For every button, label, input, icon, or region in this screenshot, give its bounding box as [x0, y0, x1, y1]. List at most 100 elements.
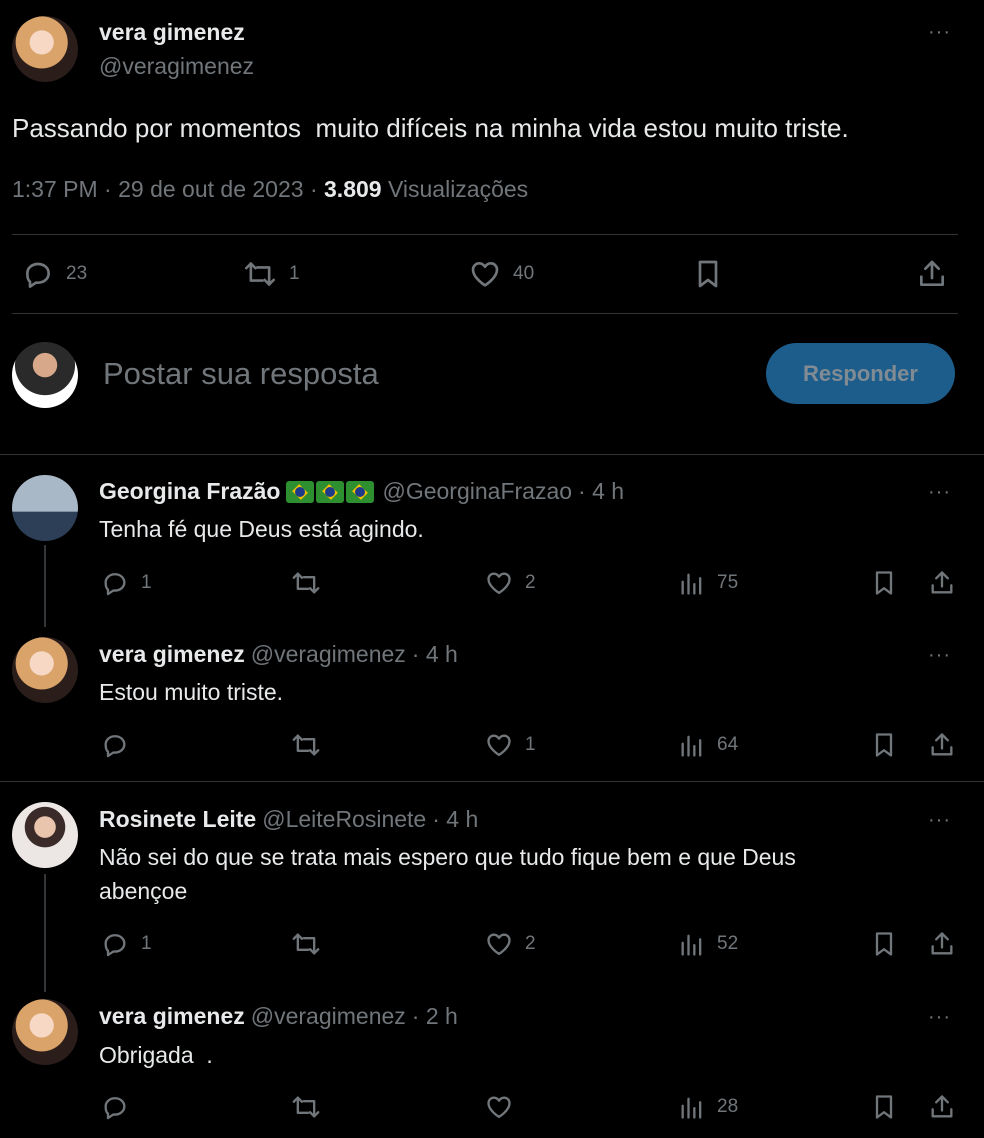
reply-author-handle[interactable]: @LeiteRosinete — [262, 806, 426, 833]
more-options-icon[interactable]: ··· — [928, 22, 951, 42]
reply-author-name[interactable]: vera gimenez — [99, 641, 245, 668]
share-icon[interactable] — [916, 258, 948, 290]
share-icon[interactable] — [928, 731, 956, 759]
reply-time[interactable]: · 4 h — [412, 641, 458, 668]
thread-line — [44, 874, 46, 992]
tweet-date[interactable]: 29 de out de 2023 — [118, 176, 303, 202]
bookmark-icon[interactable] — [872, 1093, 896, 1121]
retweet-icon[interactable] — [290, 930, 322, 958]
heart-icon — [485, 569, 513, 597]
reply-text: Obrigada . — [99, 1042, 213, 1068]
reply-avatar[interactable] — [12, 802, 78, 868]
reply-action[interactable]: 1 — [101, 569, 152, 597]
views-action[interactable]: 64 — [679, 731, 738, 759]
reply-avatar[interactable] — [12, 637, 78, 703]
like-count: 2 — [525, 933, 536, 954]
like-action[interactable]: 40 — [469, 258, 534, 290]
share-icon[interactable] — [928, 930, 956, 958]
bookmark-icon[interactable] — [872, 930, 896, 958]
share-icon[interactable] — [928, 569, 956, 597]
views-count: 64 — [717, 734, 739, 755]
heart-icon — [485, 1093, 513, 1121]
like-count: 1 — [525, 734, 536, 755]
retweet-icon — [243, 258, 277, 290]
like-action[interactable] — [485, 1093, 525, 1121]
analytics-icon — [679, 731, 705, 759]
tweet-time[interactable]: 1:37 PM — [12, 176, 98, 202]
reply-icon — [101, 930, 129, 958]
tweet-text: Passando por momentos muito difíceis na … — [12, 113, 849, 143]
author-name[interactable]: vera gimenez — [99, 19, 245, 46]
analytics-icon — [679, 930, 705, 958]
thread-line — [44, 545, 46, 627]
author-handle[interactable]: @veragimenez — [99, 53, 254, 80]
reply-author-name[interactable]: vera gimenez — [99, 1003, 245, 1030]
meta-separator: · — [309, 176, 318, 202]
reply-input[interactable] — [101, 350, 725, 398]
divider — [12, 313, 958, 314]
reply-author-name[interactable]: Georgina Frazão — [99, 478, 280, 505]
reply-avatar[interactable] — [12, 475, 78, 541]
reply-text: Estou muito triste. — [99, 679, 284, 705]
author-avatar[interactable] — [12, 16, 78, 82]
views-action[interactable]: 28 — [679, 1093, 738, 1121]
reply-action[interactable]: 1 — [101, 930, 152, 958]
views-action[interactable]: 75 — [679, 569, 738, 597]
bookmark-icon[interactable] — [872, 731, 896, 759]
share-icon[interactable] — [928, 1093, 956, 1121]
bookmark-icon[interactable] — [872, 569, 896, 597]
like-action[interactable]: 1 — [485, 731, 536, 759]
reply-header: Georgina Frazão @GeorginaFrazao · 4 h — [99, 478, 624, 505]
views-count: 28 — [717, 1096, 739, 1117]
heart-icon — [485, 930, 513, 958]
reply-author-handle[interactable]: @GeorginaFrazao — [382, 478, 572, 505]
tweet-meta: 1:37 PM · 29 de out de 2023 · 3.809 Visu… — [12, 176, 528, 203]
divider — [0, 781, 984, 782]
like-count: 2 — [525, 572, 536, 593]
reply-action[interactable]: 23 — [22, 258, 87, 290]
divider — [12, 234, 958, 235]
more-options-icon[interactable]: ··· — [928, 645, 951, 665]
analytics-icon — [679, 1093, 705, 1121]
divider — [0, 454, 984, 455]
reply-header: Rosinete Leite @LeiteRosinete · 4 h — [99, 806, 478, 833]
reply-count: 1 — [141, 933, 152, 954]
like-action[interactable]: 2 — [485, 930, 536, 958]
more-options-icon[interactable]: ··· — [928, 810, 951, 830]
reply-avatar[interactable] — [12, 999, 78, 1065]
more-options-icon[interactable]: ··· — [928, 482, 951, 502]
bookmark-icon[interactable] — [694, 258, 722, 290]
reply-count: 23 — [66, 263, 88, 284]
reply-time[interactable]: · 4 h — [432, 806, 478, 833]
reply-action[interactable] — [101, 1093, 141, 1121]
reply-author-handle[interactable]: @veragimenez — [251, 1003, 406, 1030]
reply-text: Não sei do que se trata mais espero que … — [99, 844, 796, 904]
current-user-avatar[interactable] — [12, 342, 78, 408]
retweet-icon[interactable] — [290, 1093, 322, 1121]
reply-icon — [101, 569, 129, 597]
analytics-icon — [679, 569, 705, 597]
retweet-icon[interactable] — [290, 569, 322, 597]
views-count: 75 — [717, 572, 739, 593]
reply-count: 1 — [141, 572, 152, 593]
reply-header: vera gimenez @veragimenez · 2 h — [99, 1003, 458, 1030]
reply-action[interactable] — [101, 731, 141, 759]
reply-text: Tenha fé que Deus está agindo. — [99, 516, 424, 542]
reply-author-name[interactable]: Rosinete Leite — [99, 806, 256, 833]
reply-author-handle[interactable]: @veragimenez — [251, 641, 406, 668]
views-label: Visualizações — [387, 176, 529, 202]
like-count: 40 — [513, 263, 535, 284]
meta-separator: · — [104, 176, 112, 202]
reply-time[interactable]: · 4 h — [578, 478, 624, 505]
views-count: 3.809 — [324, 176, 382, 202]
views-action[interactable]: 52 — [679, 930, 738, 958]
like-action[interactable]: 2 — [485, 569, 536, 597]
retweet-icon[interactable] — [290, 731, 322, 759]
brazil-flag-icon — [346, 480, 375, 503]
more-options-icon[interactable]: ··· — [928, 1007, 951, 1027]
heart-icon — [469, 258, 501, 290]
reply-time[interactable]: · 2 h — [412, 1003, 458, 1030]
retweet-action[interactable]: 1 — [243, 258, 300, 290]
reply-button[interactable]: Responder — [766, 343, 955, 404]
reply-icon — [101, 731, 129, 759]
